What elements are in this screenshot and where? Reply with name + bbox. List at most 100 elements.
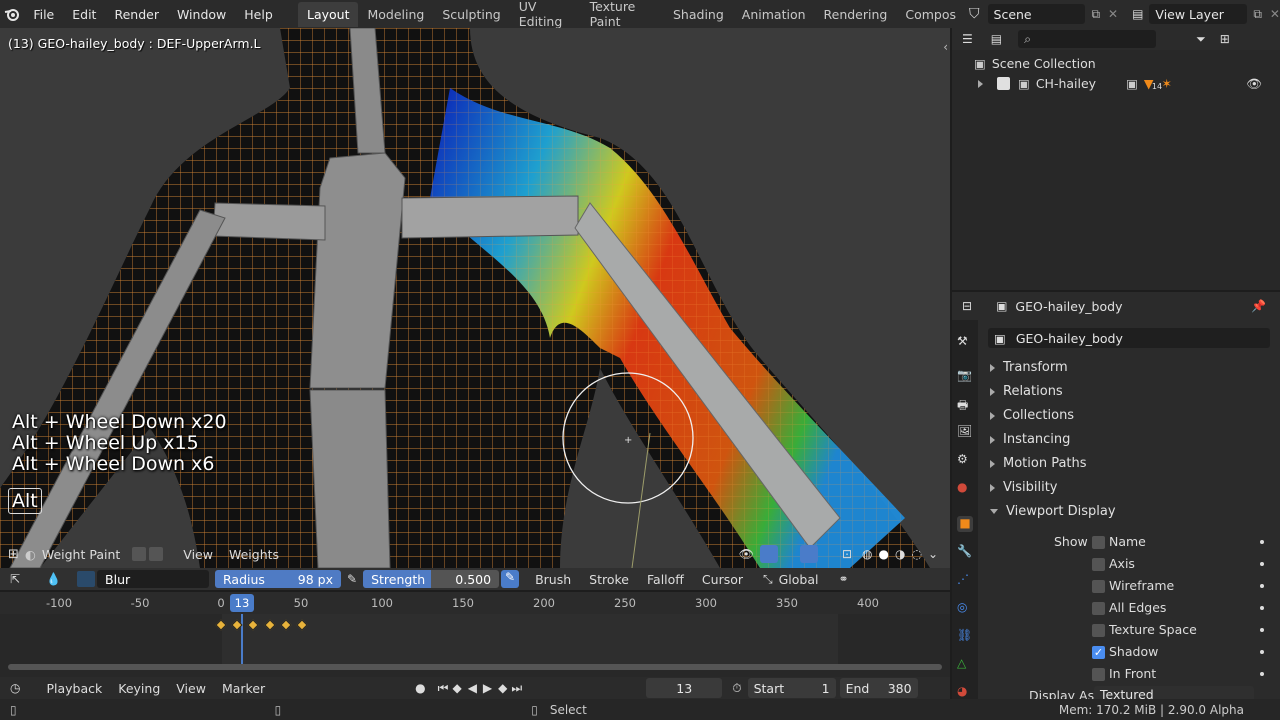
keyframe-dot-icon[interactable] <box>1260 628 1264 632</box>
marker-menu[interactable]: Marker <box>216 681 271 696</box>
view-layer-icon[interactable]: ▤ <box>1132 7 1143 21</box>
keyframe-dot-icon[interactable] <box>1260 672 1264 676</box>
section-transform[interactable]: Transform <box>990 360 1068 375</box>
show-option-row[interactable]: Name <box>1092 534 1146 549</box>
show-option-checkbox[interactable] <box>1092 602 1105 615</box>
brush-drop-icon[interactable]: 💧 <box>46 572 61 586</box>
data-tab-icon[interactable]: △ <box>957 656 973 672</box>
keyframe-dot-icon[interactable] <box>1260 584 1264 588</box>
brush-menu[interactable]: Brush <box>529 572 577 587</box>
scene-collection-row[interactable]: ▣ Scene Collection <box>974 56 1096 71</box>
menu-help[interactable]: Help <box>235 7 282 22</box>
orientation-icon[interactable]: ⤡ <box>763 572 773 587</box>
strength-pressure-icon[interactable]: ✎ <box>501 570 520 588</box>
shading-rendered-icon[interactable]: ◌ <box>911 547 921 561</box>
radius-slider[interactable]: Radius 98 px <box>215 570 342 588</box>
strength-slider[interactable]: Strength 0.500 <box>363 570 500 588</box>
tab-animation[interactable]: Animation <box>733 2 815 27</box>
keyframe-marker[interactable] <box>263 619 276 631</box>
xray-icon[interactable]: ⊡ <box>842 547 852 561</box>
start-frame-field[interactable]: Start 1 <box>747 678 836 698</box>
end-frame-field[interactable]: End 380 <box>839 678 918 698</box>
section-visibility[interactable]: Visibility <box>990 480 1057 495</box>
timeline-editor-icon[interactable]: ◷ <box>10 681 20 695</box>
modifier-tab-icon[interactable]: 🔧 <box>957 544 973 560</box>
keyframe-marker[interactable] <box>280 619 292 631</box>
jump-end-icon[interactable]: ⏭ <box>511 681 522 696</box>
exclude-checkbox[interactable] <box>997 77 1010 90</box>
pin-icon[interactable]: 📌 <box>1251 299 1266 313</box>
show-option-checkbox[interactable] <box>1092 536 1105 549</box>
particles-tab-icon[interactable]: ⋰ <box>957 572 973 588</box>
shading-material-icon[interactable]: ◑ <box>895 547 905 561</box>
show-option-row[interactable]: In Front <box>1092 666 1156 681</box>
blender-logo-icon[interactable] <box>0 6 24 22</box>
show-option-checkbox[interactable] <box>1092 668 1105 681</box>
snap-icon[interactable]: ⚭ <box>839 572 849 586</box>
mask-vertex-icon[interactable] <box>132 547 147 561</box>
material-tab-icon[interactable]: ◕ <box>957 684 973 700</box>
mask-face-icon[interactable] <box>149 547 164 561</box>
tab-layout[interactable]: Layout <box>297 1 359 27</box>
outliner-search-input[interactable]: ⌕ <box>1018 30 1157 48</box>
display-mode-icon[interactable]: ▤ <box>991 32 1002 46</box>
scene-field[interactable]: Scene <box>987 4 1086 24</box>
show-option-row[interactable]: All Edges <box>1092 600 1166 615</box>
keyframe-marker[interactable] <box>247 619 260 631</box>
scene-selector-icon[interactable]: ⛉ <box>969 6 980 22</box>
tab-modeling[interactable]: Modeling <box>358 2 433 27</box>
visibility-eye-icon[interactable]: 👁 <box>739 547 754 561</box>
stopwatch-icon[interactable]: ⏱ <box>732 681 741 696</box>
section-collections[interactable]: Collections <box>990 408 1074 423</box>
show-option-row[interactable]: Texture Space <box>1092 622 1197 637</box>
overlays-icon[interactable] <box>799 545 818 563</box>
menu-render[interactable]: Render <box>105 7 168 22</box>
physics-tab-icon[interactable]: ◎ <box>957 600 973 616</box>
playback-menu[interactable]: Playback <box>40 681 108 696</box>
keyframe-marker[interactable] <box>296 619 308 631</box>
section-instancing[interactable]: Instancing <box>990 432 1070 447</box>
keying-menu[interactable]: Keying <box>112 681 166 696</box>
record-icon[interactable]: ● <box>415 681 425 695</box>
menu-edit[interactable]: Edit <box>63 7 105 22</box>
world-tab-icon[interactable]: ● <box>957 480 973 496</box>
show-option-checkbox[interactable]: ✓ <box>1092 646 1105 659</box>
shading-wireframe-icon[interactable]: ◍ <box>862 547 872 561</box>
tab-rendering[interactable]: Rendering <box>815 2 897 27</box>
output-tab-icon[interactable]: 🖶 <box>957 396 973 412</box>
filter-icon[interactable]: ⏷ <box>1196 32 1206 47</box>
show-option-row[interactable]: Axis <box>1092 556 1135 571</box>
delete-view-layer-icon[interactable]: ✕ <box>1270 7 1280 21</box>
prev-keyframe-icon[interactable]: ◆ <box>452 681 461 695</box>
section-viewport-display[interactable]: Viewport Display <box>990 504 1116 519</box>
section-relations[interactable]: Relations <box>990 384 1063 399</box>
outliner-editor-icon[interactable]: ☰ <box>962 32 973 46</box>
keyframe-dot-icon[interactable] <box>1260 540 1264 544</box>
menu-window[interactable]: Window <box>168 7 235 22</box>
view-menu[interactable]: View <box>177 547 219 562</box>
tab-compositing[interactable]: Compos <box>896 2 965 27</box>
frame-field[interactable]: 13 <box>646 678 723 698</box>
stroke-menu[interactable]: Stroke <box>583 572 635 587</box>
play-icon[interactable]: ▶ <box>483 681 492 695</box>
keyframe-dot-icon[interactable] <box>1260 606 1264 610</box>
falloff-menu[interactable]: Falloff <box>641 572 690 587</box>
jump-start-icon[interactable]: ⏮ <box>438 681 449 696</box>
data-block-field[interactable]: ▣ GEO-hailey_body <box>988 328 1270 348</box>
timeline-ruler[interactable]: -100 -50 0 50 100 150 200 250 300 350 40… <box>0 592 950 614</box>
new-view-layer-icon[interactable]: ⧉ <box>1253 7 1262 22</box>
show-option-checkbox[interactable] <box>1092 624 1105 637</box>
show-option-checkbox[interactable] <box>1092 580 1105 593</box>
brush-thumbnail[interactable] <box>77 571 96 587</box>
keyframe-dot-icon[interactable] <box>1260 650 1264 654</box>
constraints-tab-icon[interactable]: ⛓ <box>957 628 973 644</box>
radius-pressure-icon[interactable]: ✎ <box>347 572 357 586</box>
keyframe-marker[interactable] <box>215 619 227 631</box>
tool-icon[interactable]: ⇱ <box>10 572 20 586</box>
properties-editor-icon[interactable]: ⊟ <box>962 299 972 313</box>
timeline-view-menu[interactable]: View <box>170 681 212 696</box>
timeline-scrollbar[interactable] <box>0 664 950 672</box>
show-option-row[interactable]: ✓ Shadow <box>1092 644 1158 659</box>
scene-tab-icon[interactable]: ⚙ <box>957 452 973 468</box>
tab-sculpting[interactable]: Sculpting <box>433 2 509 27</box>
